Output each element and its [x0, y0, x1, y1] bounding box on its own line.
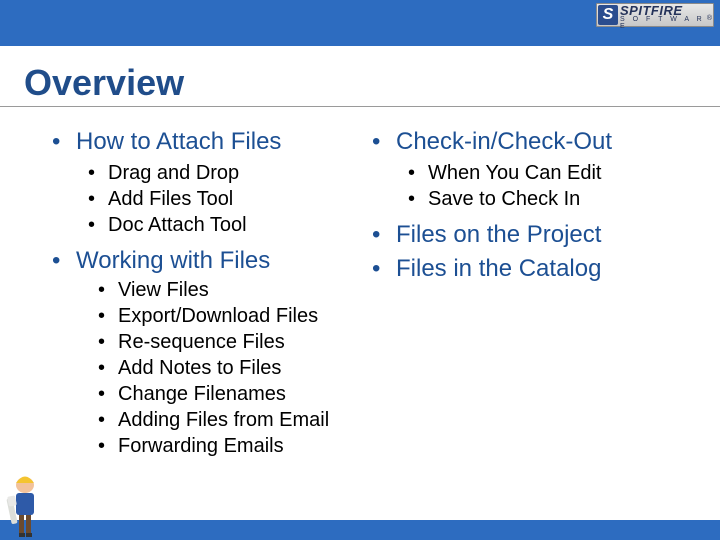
topic-heading: Working with Files	[76, 247, 270, 274]
logo-mark: S	[598, 5, 618, 25]
footer-bar	[0, 520, 720, 540]
title-underline	[0, 106, 720, 107]
construction-worker-icon	[4, 468, 46, 538]
list-item: View Files	[76, 279, 372, 302]
topic-heading: Files in the Catalog	[396, 255, 601, 282]
list-item: Change Filenames	[76, 383, 372, 406]
topic-working-files: Working with Files View Files Export/Dow…	[52, 247, 372, 458]
list-item: Adding Files from Email	[76, 409, 372, 432]
topic-check-in-out: Check-in/Check-Out When You Can Edit Sav…	[372, 128, 692, 211]
topic-files-catalog: Files in the Catalog	[372, 255, 692, 283]
list-item: When You Can Edit	[396, 162, 692, 185]
list-item: Re-sequence Files	[76, 331, 372, 354]
content-area: How to Attach Files Drag and Drop Add Fi…	[52, 124, 692, 464]
topic-files-project: Files on the Project	[372, 221, 692, 249]
topic-heading: Check-in/Check-Out	[396, 128, 612, 155]
list-item: Add Notes to Files	[76, 357, 372, 380]
topic-attach-files: How to Attach Files Drag and Drop Add Fi…	[52, 128, 372, 237]
brand-logo: S SPITFIRE S O F T W A R E ®	[596, 3, 714, 27]
list-item: Forwarding Emails	[76, 435, 372, 458]
list-item: Add Files Tool	[76, 188, 372, 211]
right-column: Check-in/Check-Out When You Can Edit Sav…	[372, 124, 692, 464]
list-item: Doc Attach Tool	[76, 214, 372, 237]
topic-heading: How to Attach Files	[76, 128, 281, 155]
left-column: How to Attach Files Drag and Drop Add Fi…	[52, 124, 372, 464]
list-item: Save to Check In	[396, 188, 692, 211]
logo-subtext: S O F T W A R E	[620, 16, 714, 30]
slide-title: Overview	[24, 62, 184, 104]
topic-heading: Files on the Project	[396, 221, 601, 248]
list-item: Drag and Drop	[76, 162, 372, 185]
list-item: Export/Download Files	[76, 305, 372, 328]
slide: S SPITFIRE S O F T W A R E ® Overview Ho…	[0, 0, 720, 540]
logo-registered: ®	[707, 15, 712, 22]
